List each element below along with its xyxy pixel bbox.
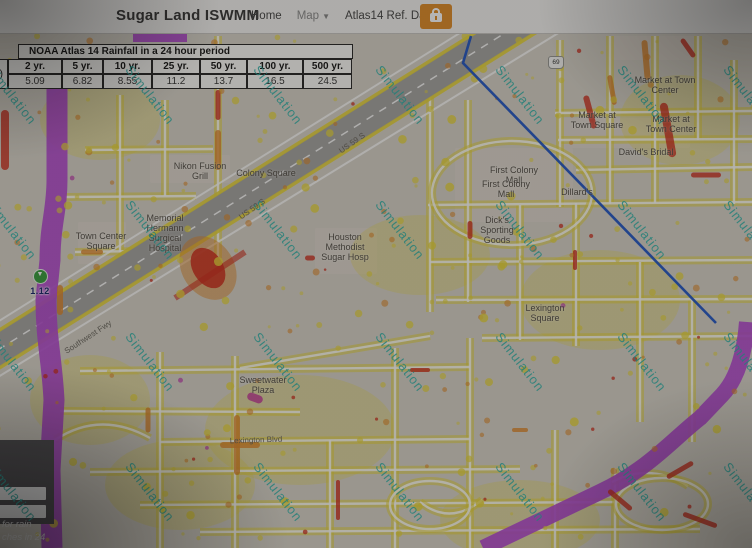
legend-text-fragment: for rain	[2, 519, 32, 530]
legend-swatch	[0, 505, 46, 518]
app-title: Sugar Land ISWMM	[116, 7, 259, 24]
table-header-cell: 2 yr.	[8, 59, 62, 74]
table-header-cell: 10 yr.	[103, 59, 152, 74]
table-header-cell: 25 yr.	[152, 59, 200, 74]
lock-button[interactable]	[420, 4, 452, 29]
table-header-cell: 50 yr.	[200, 59, 247, 74]
table-value-cell: 11.2	[152, 74, 200, 89]
row-label-cell: es)	[0, 59, 8, 89]
marker-pin-icon[interactable]	[33, 269, 48, 284]
nav-item-map[interactable]: Map▼	[297, 10, 330, 22]
table-header-cell: 100 yr.	[247, 59, 303, 74]
legend-text-fragment: ches in 24	[2, 532, 45, 543]
rainfall-table-title: NOAA Atlas 14 Rainfall in a 24 hour peri…	[18, 44, 353, 59]
table-value-cell: 16.5	[247, 74, 303, 89]
highway-shield-icon: 69	[548, 56, 564, 69]
nav-item-home[interactable]: Home	[251, 10, 282, 22]
legend-swatch	[0, 487, 46, 500]
table-value-cell: 6.82	[62, 74, 103, 89]
table-value-cell: 8.55	[103, 74, 152, 89]
table-value-cell: 24.5	[303, 74, 352, 89]
table-header-cell: 500 yr.	[303, 59, 352, 74]
nav-menu: HomeMap▼Atlas14 Ref. Data	[251, 10, 435, 22]
nav-item-label: Home	[251, 10, 282, 22]
table-header-cell: 5 yr.	[62, 59, 103, 74]
header-bar: Sugar Land ISWMM HomeMap▼Atlas14 Ref. Da…	[0, 0, 752, 34]
gauge-marker[interactable]: 1.12	[20, 269, 60, 296]
lock-icon	[430, 13, 442, 22]
nav-item-label: Map	[297, 10, 319, 22]
table-value-cell: 13.7	[200, 74, 247, 89]
table-value-cell: 5.09	[8, 74, 62, 89]
chevron-down-icon: ▼	[322, 12, 330, 21]
gauge-value: 1.12	[20, 286, 60, 296]
legend-widget-panel	[0, 440, 54, 524]
